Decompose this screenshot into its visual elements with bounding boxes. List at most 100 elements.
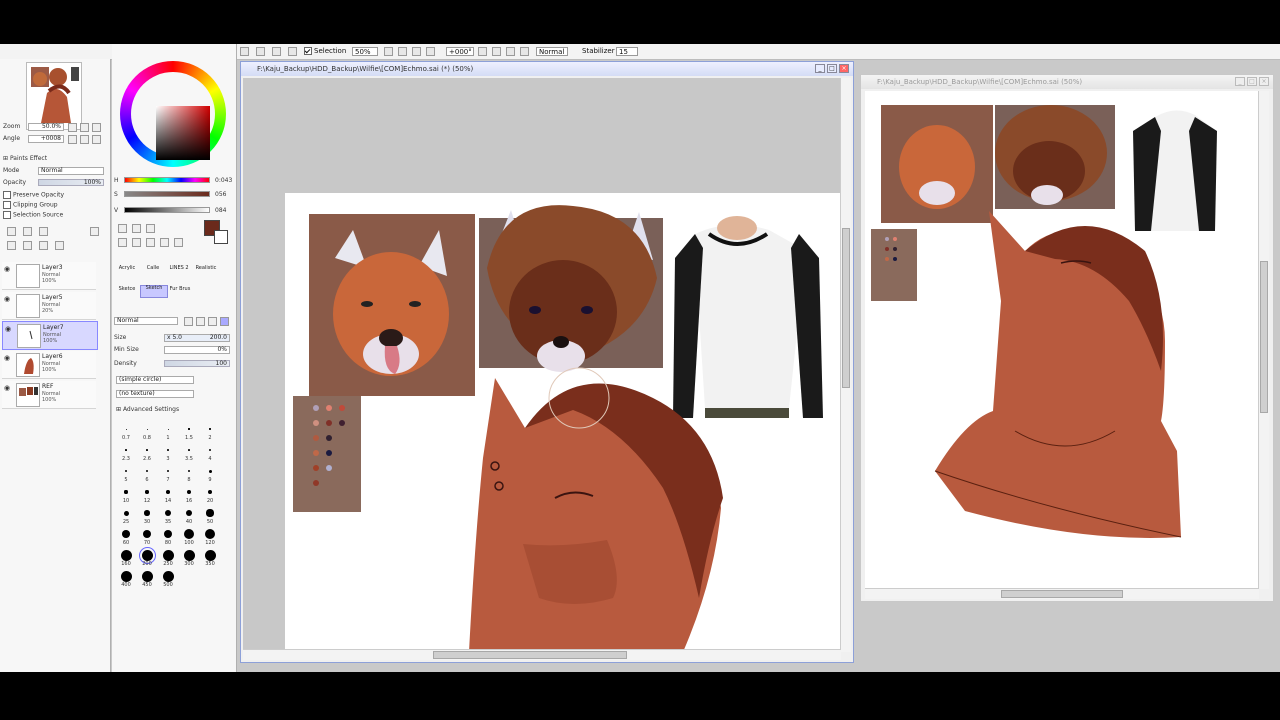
maximize-icon[interactable]: □ bbox=[827, 64, 837, 73]
zoom-select[interactable]: 50% bbox=[352, 47, 378, 56]
delete-layer-icon[interactable] bbox=[55, 241, 64, 250]
brush-size-dot[interactable] bbox=[123, 510, 129, 516]
brush-size-dot[interactable] bbox=[124, 469, 128, 473]
brush-size-dot[interactable] bbox=[188, 428, 190, 430]
brush-size-dot[interactable] bbox=[145, 490, 149, 494]
ref-minimize-icon[interactable]: _ bbox=[1235, 77, 1245, 86]
rotate-tool-icon[interactable] bbox=[146, 238, 155, 247]
brush-size-dot[interactable] bbox=[204, 528, 216, 540]
layer-options-button[interactable] bbox=[90, 227, 99, 236]
brush-size-dot[interactable] bbox=[144, 510, 150, 516]
brush-size-dot[interactable] bbox=[207, 489, 213, 495]
layer-row-layer5[interactable]: ◉ Layer5 Normal 20% bbox=[2, 292, 96, 320]
rotate-left-icon[interactable] bbox=[478, 47, 487, 56]
visibility-eye-icon[interactable]: ◉ bbox=[4, 265, 12, 273]
zoom-out-icon[interactable] bbox=[384, 47, 393, 56]
brush-lines2[interactable]: LINES 2 bbox=[166, 266, 192, 277]
layer-row-layer7[interactable]: ◉ Layer7 Normal 100% bbox=[2, 321, 98, 350]
zoom-in-icon[interactable] bbox=[398, 47, 407, 56]
brush-shape-a-icon[interactable] bbox=[184, 317, 193, 326]
paint-effects-header[interactable]: ⊞ Paints Effect bbox=[3, 155, 47, 162]
brush-size-dot[interactable] bbox=[141, 570, 153, 582]
zoom-minus-button[interactable] bbox=[68, 123, 77, 132]
brush-sketce[interactable]: Sketce bbox=[114, 287, 140, 298]
saturation-slider[interactable] bbox=[124, 191, 210, 197]
undo-icon[interactable] bbox=[272, 47, 281, 56]
brush-size-dot[interactable] bbox=[138, 546, 156, 564]
selection-checkbox[interactable] bbox=[304, 47, 312, 55]
brush-size-dot[interactable] bbox=[183, 549, 195, 561]
visibility-eye-icon[interactable]: ◉ bbox=[5, 325, 13, 333]
brush-size-dot[interactable] bbox=[187, 490, 191, 494]
rotate-right-icon[interactable] bbox=[492, 47, 501, 56]
brush-size-slider[interactable]: x 5.0 200.0 bbox=[164, 334, 230, 342]
navigator-preview[interactable] bbox=[26, 62, 82, 130]
brush-size-dot[interactable] bbox=[146, 428, 148, 430]
new-folder-button[interactable] bbox=[39, 227, 48, 236]
stabilizer-select[interactable]: 15 bbox=[616, 47, 638, 56]
rotate-reset-icon[interactable] bbox=[506, 47, 515, 56]
layer-row-layer6[interactable]: ◉ Layer6 Normal 100% bbox=[2, 351, 96, 379]
brush-size-dot[interactable] bbox=[163, 529, 173, 539]
brush-shape-select[interactable]: (simple circle) bbox=[116, 376, 194, 384]
invert-selection-icon[interactable] bbox=[256, 47, 265, 56]
saturation-value-square[interactable] bbox=[156, 106, 210, 160]
layer-mode-select[interactable]: Normal bbox=[38, 167, 104, 175]
brush-fur[interactable]: Fur Brus bbox=[166, 287, 194, 298]
main-horizontal-scrollbar[interactable] bbox=[243, 649, 841, 660]
brush-size-dot[interactable] bbox=[162, 570, 174, 582]
brush-size-dot[interactable] bbox=[204, 549, 216, 561]
magic-wand-icon[interactable] bbox=[146, 224, 155, 233]
main-vertical-scrollbar[interactable] bbox=[840, 78, 851, 652]
brush-acrylic[interactable]: Acrylic bbox=[114, 266, 140, 277]
brush-size-dot[interactable] bbox=[167, 449, 169, 451]
zoom-reset-icon[interactable] bbox=[412, 47, 421, 56]
brush-size-dot[interactable] bbox=[145, 469, 149, 473]
ref-hscroll-thumb[interactable] bbox=[1001, 590, 1123, 598]
brush-size-dot[interactable] bbox=[142, 529, 152, 539]
selection-toggle[interactable]: Selection bbox=[304, 47, 346, 56]
angle-select[interactable]: +000° bbox=[446, 47, 474, 56]
clear-layer-button[interactable] bbox=[39, 241, 48, 250]
brush-realistic[interactable]: Realistic bbox=[192, 266, 220, 277]
brush-size-dot[interactable] bbox=[209, 449, 211, 451]
hue-slider[interactable] bbox=[124, 177, 210, 183]
brush-size-dot[interactable] bbox=[188, 449, 190, 451]
visibility-eye-icon[interactable]: ◉ bbox=[4, 384, 12, 392]
rotate-reset-button[interactable] bbox=[92, 135, 101, 144]
selection-source-option[interactable]: Selection Source bbox=[3, 211, 63, 219]
layer-opacity-slider[interactable]: 100% bbox=[38, 179, 104, 186]
preserve-opacity-option[interactable]: Preserve Opacity bbox=[3, 191, 64, 199]
main-vscroll-thumb[interactable] bbox=[842, 228, 850, 388]
brush-size-dot[interactable] bbox=[209, 428, 211, 430]
density-slider[interactable]: 100 bbox=[164, 360, 230, 367]
main-hscroll-thumb[interactable] bbox=[433, 651, 627, 659]
preserve-opacity-checkbox[interactable] bbox=[3, 191, 11, 199]
navigator-zoom-field[interactable]: 50.0% bbox=[28, 123, 64, 131]
brush-size-dot[interactable] bbox=[120, 570, 132, 582]
zoom-plus-button[interactable] bbox=[80, 123, 89, 132]
brush-size-dot[interactable] bbox=[206, 509, 214, 517]
brush-size-dot[interactable] bbox=[165, 510, 171, 516]
brush-texture-select[interactable]: (no texture) bbox=[116, 390, 194, 398]
visibility-eye-icon[interactable]: ◉ bbox=[4, 354, 12, 362]
min-size-slider[interactable]: 0% bbox=[164, 346, 230, 354]
brush-size-dot[interactable] bbox=[125, 428, 127, 430]
rotate-minus-button[interactable] bbox=[68, 135, 77, 144]
eyedropper-icon[interactable] bbox=[174, 238, 183, 247]
blend-mode-select[interactable]: Normal bbox=[536, 47, 568, 56]
lasso-icon[interactable] bbox=[132, 224, 141, 233]
value-slider[interactable] bbox=[124, 207, 210, 213]
brush-size-dot[interactable] bbox=[125, 449, 127, 451]
zoom-reset-button[interactable] bbox=[92, 123, 101, 132]
reference-canvas-view[interactable] bbox=[865, 91, 1259, 589]
brush-size-dot[interactable] bbox=[185, 509, 193, 517]
flip-horizontal-icon[interactable] bbox=[520, 47, 529, 56]
selection-source-checkbox[interactable] bbox=[3, 211, 11, 219]
brush-calle[interactable]: Calle bbox=[140, 266, 166, 277]
close-icon[interactable]: × bbox=[839, 64, 849, 73]
ref-vscroll-thumb[interactable] bbox=[1260, 261, 1268, 413]
brush-size-dot[interactable] bbox=[162, 549, 174, 561]
new-layer-button[interactable] bbox=[7, 227, 16, 236]
advanced-settings-toggle[interactable]: ⊞ Advanced Settings bbox=[116, 406, 179, 413]
